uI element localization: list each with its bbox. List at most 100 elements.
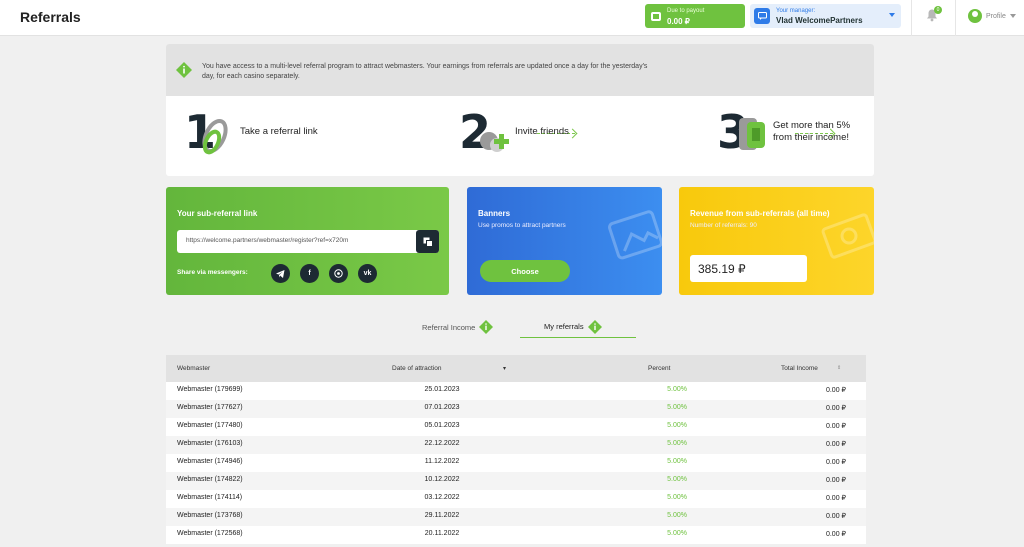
chevron-down-icon [1009,14,1016,18]
step-2: 2 Invite friends [459,108,569,156]
whatsapp-icon[interactable] [329,264,348,283]
column-header-webmaster[interactable]: Webmaster [177,365,210,372]
table-row[interactable]: Webmaster (176103) 22.12.2022 5.00% 0.00 ₽ [166,436,866,454]
table-row[interactable]: Webmaster (173768) 29.11.2022 5.00% 0.00 ₽ [166,508,866,526]
column-header-percent[interactable]: Percent [648,365,670,372]
banners-card: Banners Use promos to attract partners C… [467,187,662,295]
step-3: 3 Get more than 5% from their income! [717,108,850,156]
chevron-down-icon [889,13,895,17]
webmaster-cell: Webmaster (174822) [177,476,243,483]
percent-cell: 5.00% [667,494,687,501]
money-icon [739,118,765,150]
wallet-icon [645,4,667,28]
payout-widget[interactable]: Due to payout 0.00 ₽ [645,4,745,28]
webmaster-cell: Webmaster (177627) [177,404,243,411]
webmaster-cell: Webmaster (172568) [177,530,243,537]
table-row[interactable]: Webmaster (174946) 11.12.2022 5.00% 0.00 ₽ [166,454,866,472]
divider [911,0,912,36]
step-text: Invite friends [515,126,569,137]
divider [955,0,956,36]
webmaster-cell: Webmaster (173768) [177,512,243,519]
sub-referral-card: Your sub-referral link https://welcome.p… [166,187,449,295]
date-cell: 07.01.2023 [424,404,460,411]
percent-cell: 5.00% [667,440,687,447]
referral-link-field[interactable]: https://welcome.partners/webmaster/regis… [177,230,439,253]
vk-icon[interactable]: vk [358,264,377,283]
total-income-cell: 0.00 ₽ [825,405,846,412]
webmaster-cell: Webmaster (174946) [177,458,243,465]
notifications-button[interactable]: 0 [925,6,942,24]
tab-label: My referrals [544,322,584,331]
avatar [968,9,982,23]
top-bar: Referrals Due to payout 0.00 ₽ Your mana… [0,0,1024,36]
tab-referral-income[interactable]: Referral Income [406,316,520,338]
total-income-cell: 0.00 ₽ [825,513,846,520]
info-text: You have access to a multi-level referra… [202,63,648,80]
link-chain-icon [202,119,228,155]
tab-my-referrals[interactable]: My referrals [520,316,636,338]
sort-icon[interactable]: ⇕ [837,365,841,371]
step-text: Get more than 5% from their income! [773,120,851,143]
table-header: Webmaster Date of attraction ▾ Percent T… [166,355,866,382]
percent-cell: 5.00% [667,386,687,393]
total-income-cell: 0.00 ₽ [825,423,846,430]
profile-menu[interactable]: Profile [968,9,1016,23]
table-row[interactable]: Webmaster (177480) 05.01.2023 5.00% 0.00 ₽ [166,418,866,436]
referral-info-card: You have access to a multi-level referra… [166,44,874,176]
telegram-icon[interactable] [271,264,290,283]
webmaster-cell: Webmaster (179699) [177,386,243,393]
image-icon [608,210,662,260]
manager-label: Your manager: [776,8,816,14]
total-income-cell: 0.00 ₽ [825,477,846,484]
table-row[interactable]: Webmaster (174114) 03.12.2022 5.00% 0.00 ₽ [166,490,866,508]
revenue-title: Revenue from sub-referrals (all time) [690,209,830,218]
total-income-cell: 0.00 ₽ [825,495,846,502]
percent-cell: 5.00% [667,422,687,429]
date-cell: 29.11.2022 [424,512,460,519]
percent-cell: 5.00% [667,530,687,537]
info-icon [176,62,192,78]
webmaster-cell: Webmaster (177480) [177,422,243,429]
sort-desc-icon[interactable]: ▾ [503,365,506,372]
manager-dropdown[interactable]: Your manager: Vlad WelcomePartners [750,4,901,28]
info-icon [587,319,602,334]
revenue-value: 385.19 ₽ [690,255,807,282]
copy-icon [423,237,433,247]
table-row[interactable]: Webmaster (179699) 25.01.2023 5.00% 0.00 ₽ [166,382,866,400]
date-cell: 20.11.2022 [424,530,460,537]
date-cell: 25.01.2023 [424,386,460,393]
info-icon [479,320,494,334]
referral-link-url: https://welcome.partners/webmaster/regis… [186,237,349,244]
steps: 1 Take a referral link 2 Invite friends [166,96,874,176]
referral-count: Number of referrals: 90 [690,222,757,229]
date-cell: 10.12.2022 [424,476,460,483]
copy-button[interactable] [416,230,439,253]
friends-icon [480,132,509,152]
total-income-cell: 0.00 ₽ [825,387,846,394]
tab-label: Referral Income [422,322,476,332]
step-1: 1 Take a referral link [184,108,318,156]
payout-value: 0.00 ₽ [667,16,690,26]
table-row[interactable]: Webmaster (177627) 07.01.2023 5.00% 0.00 ₽ [166,400,866,418]
step-text: Take a referral link [240,126,318,137]
column-header-date[interactable]: Date of attraction [392,365,442,372]
table-body: Webmaster (179699) 25.01.2023 5.00% 0.00 ₽ W… [166,382,866,544]
notification-badge: 0 [934,6,942,14]
sub-referral-title: Your sub-referral link [177,209,258,218]
webmaster-cell: Webmaster (176103) [177,440,243,447]
table-row[interactable]: Webmaster (174822) 10.12.2022 5.00% 0.00 ₽ [166,472,866,490]
tabs: Referral Income My referrals [406,316,636,338]
percent-cell: 5.00% [667,404,687,411]
info-note: You have access to a multi-level referra… [166,44,874,96]
chat-icon [754,8,770,24]
webmaster-cell: Webmaster (174114) [177,494,243,501]
column-header-total-income[interactable]: Total Income [781,365,818,372]
date-cell: 11.12.2022 [424,458,460,465]
total-income-cell: 0.00 ₽ [825,441,846,448]
referrals-table: Webmaster Date of attraction ▾ Percent T… [166,355,866,544]
percent-cell: 5.00% [667,476,687,483]
page-title: Referrals [20,9,81,25]
facebook-icon[interactable]: f [300,264,319,283]
table-row[interactable]: Webmaster (172568) 20.11.2022 5.00% 0.00 ₽ [166,526,866,544]
choose-button[interactable]: Choose [480,260,570,282]
